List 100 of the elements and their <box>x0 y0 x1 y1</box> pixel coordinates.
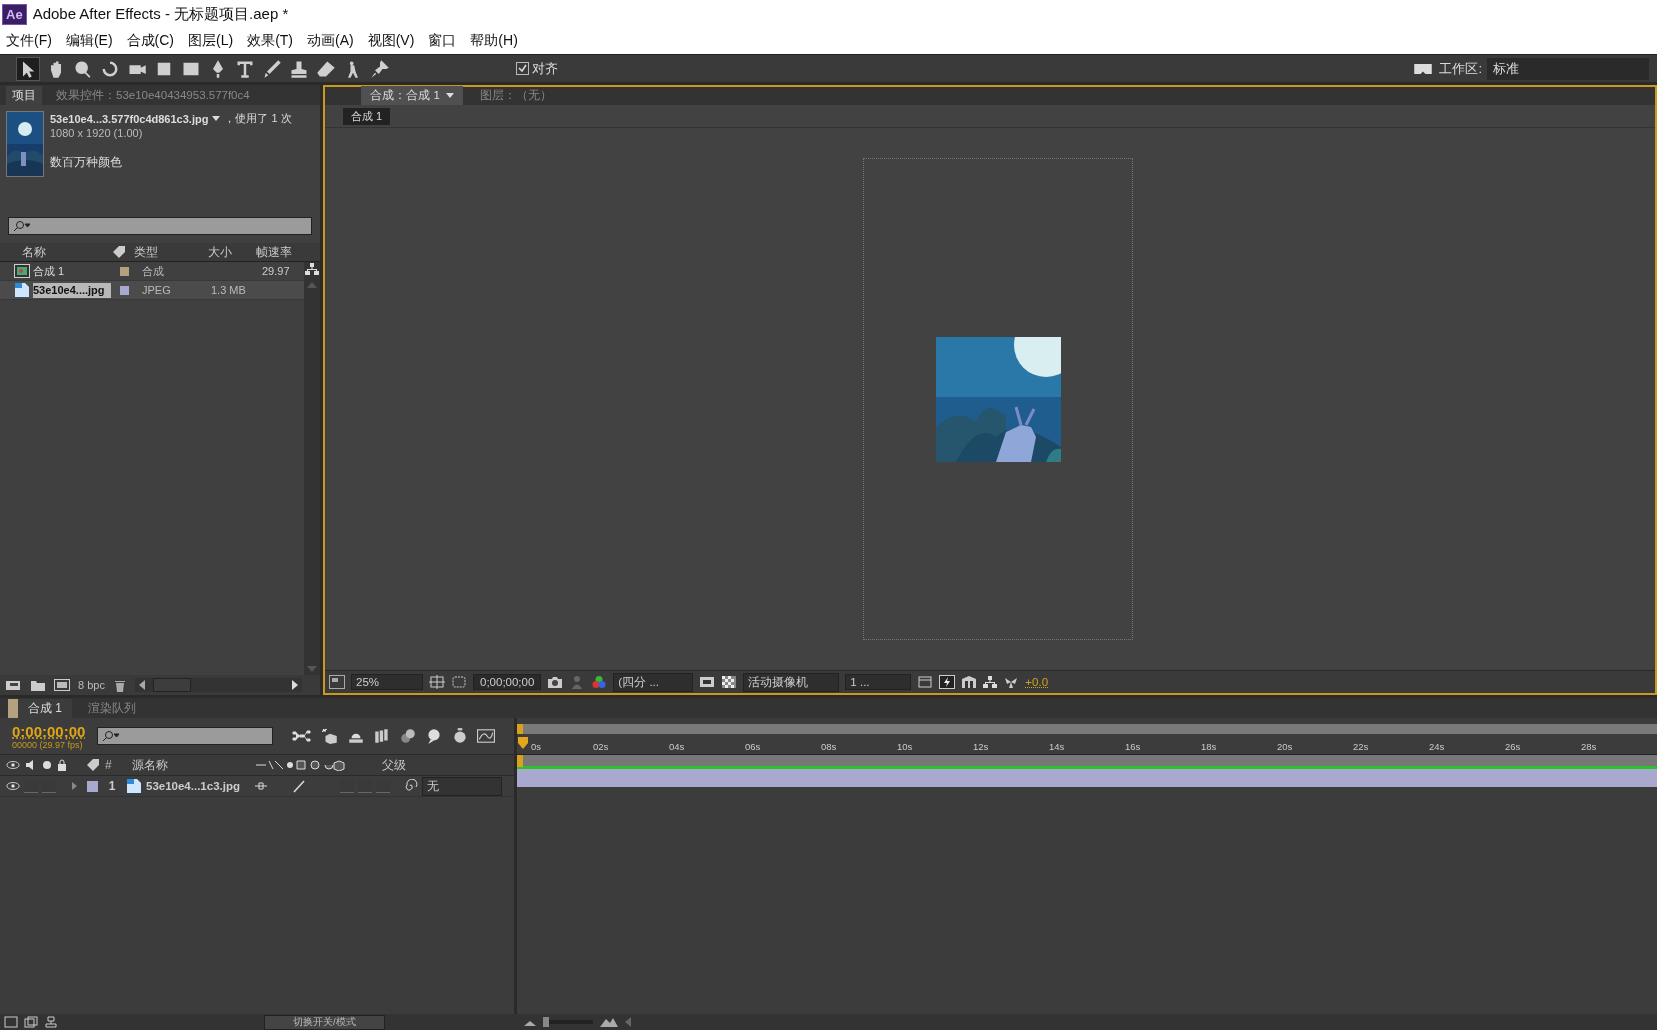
viewer-tab[interactable]: 合成：合成 1 <box>361 86 463 105</box>
item-type: 合成 <box>142 263 165 279</box>
layer-toggle-icon[interactable] <box>4 1016 18 1028</box>
column-header[interactable]: # <box>105 758 127 772</box>
app-logo: Ae <box>2 3 27 25</box>
horizontal-scrollbar[interactable] <box>134 678 302 692</box>
item-type: JPEG <box>142 284 172 296</box>
workspace-label: 工作区: <box>1439 59 1482 78</box>
menu-item[interactable]: 视图(V) <box>367 32 415 50</box>
pin-icon[interactable] <box>369 57 391 80</box>
menu-item[interactable]: 帮助(H) <box>470 32 518 50</box>
checkerboard-icon[interactable] <box>721 675 738 689</box>
region-of-interest-icon[interactable] <box>699 675 716 689</box>
eye-icon[interactable] <box>6 780 20 792</box>
item-name: 53e10e4....jpg <box>33 282 111 298</box>
tag-icon[interactable] <box>112 245 126 259</box>
time-ruler-label: 06s <box>745 741 762 754</box>
label-color-swatch[interactable] <box>87 780 98 792</box>
current-time[interactable]: 0;00;00;00 <box>12 722 86 740</box>
column-header[interactable]: 帧速率 <box>256 243 302 261</box>
interpret-footage-icon[interactable] <box>6 678 22 692</box>
workspace-dropdown[interactable]: 标准 <box>1487 57 1649 80</box>
layer-number: 1 <box>107 779 117 793</box>
fast-previews-icon[interactable] <box>939 675 956 689</box>
playhead-icon[interactable] <box>517 736 529 750</box>
layer-toggle-icon[interactable] <box>24 1016 38 1028</box>
safe-margins-icon[interactable] <box>429 675 445 689</box>
trash-icon[interactable] <box>112 678 127 692</box>
time-ruler-label: 26s <box>1505 741 1522 754</box>
eye-icon[interactable] <box>6 759 20 771</box>
panel-tab[interactable]: 项目 <box>6 86 42 105</box>
usage-count: ，使用了 1 次 <box>224 111 292 126</box>
panel-tab[interactable]: 效果控件：53e10e40434953.577f0c4 <box>50 86 256 105</box>
draft-3d-icon[interactable] <box>321 728 340 744</box>
column-header[interactable]: 源名称 <box>132 756 250 774</box>
column-header[interactable]: 类型 <box>134 243 208 261</box>
menu-item[interactable]: 图层(L) <box>188 32 234 50</box>
pick-whip-icon[interactable] <box>404 779 418 793</box>
motion-blur-icon[interactable] <box>399 728 418 744</box>
navigator-handle[interactable] <box>517 724 523 734</box>
menu-item[interactable]: 编辑(E) <box>65 32 113 50</box>
layer-toggle-icon[interactable] <box>44 1016 58 1028</box>
snap-checkbox[interactable] <box>516 62 529 75</box>
quality-line-icon[interactable] <box>292 779 306 793</box>
menu-item[interactable]: 文件(F) <box>6 32 52 50</box>
color-channels-icon[interactable] <box>591 675 608 689</box>
viewer-tab[interactable]: 图层：（无） <box>465 86 567 105</box>
menu-item[interactable]: 动画(A) <box>307 32 354 50</box>
project-item[interactable]: 53e10e4....jpg JPEG 1.3 MB <box>0 281 304 300</box>
tag-icon[interactable] <box>86 758 100 772</box>
timeline-tab[interactable]: 渲染队列 <box>78 699 146 718</box>
composition-breadcrumb[interactable]: 合成 1 <box>343 107 391 125</box>
parent-dropdown[interactable]: 无 <box>422 776 502 796</box>
expand-triangle-icon[interactable] <box>72 782 77 790</box>
view-layout-dropdown[interactable]: 1 ... <box>845 674 912 690</box>
flowchart-icon[interactable] <box>983 675 998 689</box>
layer-name[interactable]: 53e10e4...1c3.jpg <box>146 778 250 794</box>
search-field[interactable] <box>8 217 312 235</box>
composition-flowchart-icon[interactable] <box>291 729 314 743</box>
snap-label[interactable]: 对齐 <box>532 59 558 78</box>
time-ruler-label: 10s <box>897 741 914 754</box>
time-ruler-label: 18s <box>1201 741 1218 754</box>
mask-visibility-icon[interactable] <box>451 675 467 689</box>
column-header[interactable]: 大小 <box>208 243 256 261</box>
camera-dropdown[interactable]: 活动摄像机 <box>743 672 840 692</box>
menu-item[interactable]: 效果(T) <box>247 32 293 50</box>
zoom-in-mountain-icon[interactable] <box>599 1016 619 1028</box>
zoom-slider-thumb[interactable] <box>543 1017 549 1027</box>
resolution-dropdown[interactable]: (四分 ... <box>613 672 694 692</box>
folder-icon[interactable] <box>30 678 46 692</box>
time-ruler-label: 20s <box>1277 741 1294 754</box>
lock-icon[interactable] <box>57 759 67 771</box>
column-header[interactable]: 名称 <box>22 243 112 261</box>
zoom-dropdown[interactable]: 25% <box>351 674 423 690</box>
toggle-switches-modes-button[interactable]: 切换开关/模式 <box>264 1014 385 1030</box>
layer-row[interactable]: 1 53e10e4...1c3.jpg 无 <box>0 776 514 797</box>
new-composition-icon[interactable] <box>54 678 70 692</box>
flowchart-icon[interactable] <box>305 262 319 276</box>
caret-icon[interactable] <box>212 116 221 121</box>
zoom-slider[interactable] <box>543 1017 593 1027</box>
color-depth-button[interactable]: 8 bpc <box>78 679 105 691</box>
item-frame-rate: 29.97 <box>262 265 290 277</box>
pixel-aspect-icon[interactable] <box>917 675 934 689</box>
graph-editor-icon[interactable] <box>477 728 496 744</box>
work-area-handle[interactable] <box>517 755 523 767</box>
dimensions-text: 1080 x 1920 (1.00) <box>50 127 144 139</box>
column-header[interactable]: 父级 <box>382 756 406 774</box>
frame-count: 00000 (29.97 fps) <box>12 739 83 750</box>
solo-dot-icon[interactable] <box>42 760 52 770</box>
time-ruler-label: 14s <box>1049 741 1066 754</box>
search-icon <box>13 220 31 232</box>
timecode-display[interactable]: 0;00;00;00 <box>473 674 542 690</box>
menu-item[interactable]: 合成(C) <box>126 32 174 50</box>
camera-snapshot-icon[interactable] <box>547 675 564 689</box>
menu-item[interactable]: 窗口 <box>428 32 457 50</box>
search-field[interactable] <box>97 727 274 745</box>
preview-region-icon[interactable] <box>329 675 345 689</box>
image-file-icon <box>14 282 30 298</box>
timeline-tab[interactable]: 合成 1 <box>8 699 72 718</box>
exposure-value[interactable]: +0.0 <box>1025 676 1049 688</box>
